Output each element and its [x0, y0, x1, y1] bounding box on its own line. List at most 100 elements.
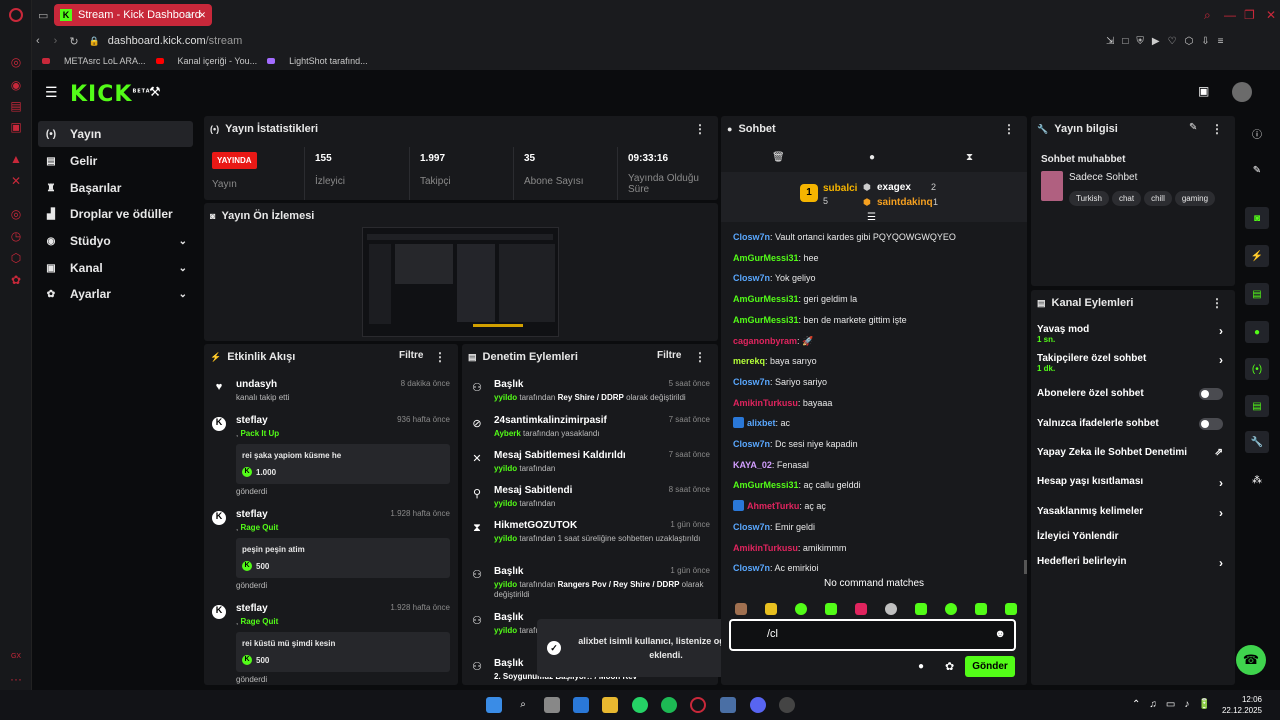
send-button[interactable]: Gönder	[965, 656, 1015, 677]
wallet-icon[interactable]: ▣	[1198, 84, 1209, 98]
nav-item-yayin[interactable]: (•) Yayın	[38, 121, 193, 147]
bolt-icon[interactable]: ⚡	[1245, 245, 1269, 267]
tag-chip[interactable]: chill	[1144, 191, 1172, 206]
info-icon[interactable]: ⓘ	[1245, 122, 1269, 144]
maximize-button[interactable]: ❐	[1244, 8, 1255, 22]
drag-icon[interactable]: ⁂	[1245, 469, 1269, 491]
bookmark-item[interactable]: METAsrc LoL ARA...	[42, 56, 146, 66]
preview-icon[interactable]: ◙	[1245, 207, 1269, 229]
nav-item-gelir[interactable]: ▤ Gelir	[38, 148, 193, 174]
wrench-icon[interactable]: 🔧	[1245, 431, 1269, 453]
search-icon[interactable]: ⌕	[515, 697, 531, 713]
app-icon[interactable]	[779, 697, 795, 713]
leader-name[interactable]: subalci	[823, 183, 857, 194]
filter-button[interactable]: Filtre	[399, 350, 423, 361]
kebab-menu-icon[interactable]: ⋮	[1211, 122, 1223, 136]
tab-close-icon[interactable]: ✕	[198, 10, 206, 21]
chat-username[interactable]: AhmetTurku	[747, 501, 799, 511]
mail-icon[interactable]	[573, 697, 589, 713]
edit-icon[interactable]: ✎	[1189, 122, 1197, 133]
chat-username[interactable]: Closw7n	[733, 439, 770, 449]
chat-icon[interactable]: ▤	[9, 99, 23, 113]
music-icon[interactable]: ◎	[9, 207, 23, 221]
opera-gx-icon[interactable]	[690, 697, 706, 713]
moderation-actor[interactable]: yyildo	[494, 534, 517, 543]
hourglass-icon[interactable]: ⧗	[966, 152, 973, 163]
kebab-menu-icon[interactable]: ⋮	[434, 350, 446, 364]
bookmark-item[interactable]: LightShot tarafınd...	[267, 56, 368, 66]
emote-icon[interactable]	[795, 603, 807, 615]
channel-action-item[interactable]: Hedefleri belirleyin ›	[1037, 556, 1223, 570]
filter-button[interactable]: Filtre	[657, 350, 681, 361]
list-icon[interactable]: ▤	[1245, 395, 1269, 417]
emote-icon[interactable]	[915, 603, 927, 615]
chat-username[interactable]: Closw7n	[733, 273, 770, 283]
history-icon[interactable]: ◷	[9, 229, 23, 243]
menu-icon[interactable]: ☰	[45, 84, 58, 101]
avatar[interactable]	[1232, 82, 1252, 102]
nav-item-studyo[interactable]: ◉ Stüdyo ⌄	[38, 228, 193, 254]
chat-bubble-icon[interactable]: ●	[918, 661, 924, 672]
category-name[interactable]: Sadece Sohbet	[1069, 172, 1137, 183]
folder-icon[interactable]	[602, 697, 618, 713]
settings-icon[interactable]: ✿	[9, 273, 23, 287]
kebab-menu-icon[interactable]: ⋮	[1003, 122, 1015, 136]
spotify-icon[interactable]	[661, 697, 677, 713]
search-icon[interactable]: ⌕	[1204, 8, 1211, 23]
scrollbar[interactable]	[1024, 560, 1027, 574]
chat-input[interactable]: /cl ☻	[729, 619, 1016, 651]
channel-action-item[interactable]: Yasaklanmış kelimeler ›	[1037, 506, 1223, 520]
emoji-icon[interactable]: ☻	[994, 628, 1006, 640]
chat-username[interactable]: AmikinTurkusu	[733, 543, 798, 553]
channel-action-item[interactable]: Takipçilere özel sohbet 1 dk. ›	[1037, 353, 1223, 373]
chat-username[interactable]: caganonbyram	[733, 336, 797, 346]
gear-icon[interactable]: ✿	[945, 660, 954, 673]
opera-logo-icon[interactable]	[9, 8, 23, 22]
chat-username[interactable]: KAYA_02	[733, 460, 772, 470]
channel-action-item[interactable]: Abonelere özel sohbet	[1037, 388, 1223, 400]
chat-username[interactable]: AmGurMessi31	[733, 253, 799, 263]
toggle-switch[interactable]	[1199, 418, 1223, 430]
nav-item-kanal[interactable]: ▣ Kanal ⌄	[38, 255, 193, 281]
chat-username[interactable]: merekq	[733, 356, 765, 366]
emote-icon[interactable]	[945, 603, 957, 615]
preview-video[interactable]	[362, 227, 559, 337]
tab-list-icon[interactable]: ▭	[38, 9, 48, 22]
chat-username[interactable]: AmGurMessi31	[733, 480, 799, 490]
channel-action-item[interactable]: İzleyici Yönlendir	[1037, 531, 1223, 542]
emote-icon[interactable]	[975, 603, 987, 615]
support-button[interactable]: ☎	[1236, 645, 1266, 675]
chat-username[interactable]: AmGurMessi31	[733, 315, 799, 325]
emote-icon[interactable]	[885, 603, 897, 615]
url-field[interactable]: dashboard.kick.com/stream	[108, 35, 243, 47]
reload-icon[interactable]: ↻	[69, 35, 78, 48]
extensions-toolbar[interactable]: ⇲□⛨▶♡⬡⇩≡	[1106, 36, 1232, 47]
document-icon[interactable]: ▤	[1245, 283, 1269, 305]
app-icon[interactable]	[720, 697, 736, 713]
kick-logo[interactable]: KICKBETA	[70, 82, 151, 107]
chat-bubble-icon[interactable]: ●	[1245, 321, 1269, 343]
whatsapp-icon[interactable]	[632, 697, 648, 713]
discord-icon[interactable]	[750, 697, 766, 713]
store-icon[interactable]	[544, 697, 560, 713]
emote-icon[interactable]	[765, 603, 777, 615]
edit-icon[interactable]: ✎	[1245, 159, 1269, 181]
tag-chip[interactable]: Turkish	[1069, 191, 1109, 206]
kebab-menu-icon[interactable]: ⋮	[694, 350, 706, 364]
channel-action-item[interactable]: Hesap yaşı kısıtlaması ›	[1037, 476, 1223, 490]
moderation-actor[interactable]: Ayberk	[494, 429, 521, 438]
emote-icon[interactable]	[825, 603, 837, 615]
radio-icon[interactable]: (•)	[1245, 358, 1269, 380]
more-icon[interactable]: ···	[9, 672, 23, 686]
chat-username[interactable]: Closw7n	[733, 232, 770, 242]
close-window-button[interactable]: ✕	[1266, 8, 1276, 22]
nav-item-ayarlar[interactable]: ✿ Ayarlar ⌄	[38, 281, 193, 307]
category-thumbnail[interactable]	[1041, 171, 1063, 201]
leader-name[interactable]: saintdakinq	[877, 197, 933, 208]
kebab-menu-icon[interactable]: ⋮	[1211, 296, 1223, 310]
new-tab-button[interactable]: +	[185, 7, 193, 22]
chat-username[interactable]: Closw7n	[733, 522, 770, 532]
moderation-actor[interactable]: yyildo	[494, 626, 517, 635]
moderation-actor[interactable]: yyildo	[494, 393, 517, 402]
forward-icon[interactable]: ›	[54, 35, 58, 47]
